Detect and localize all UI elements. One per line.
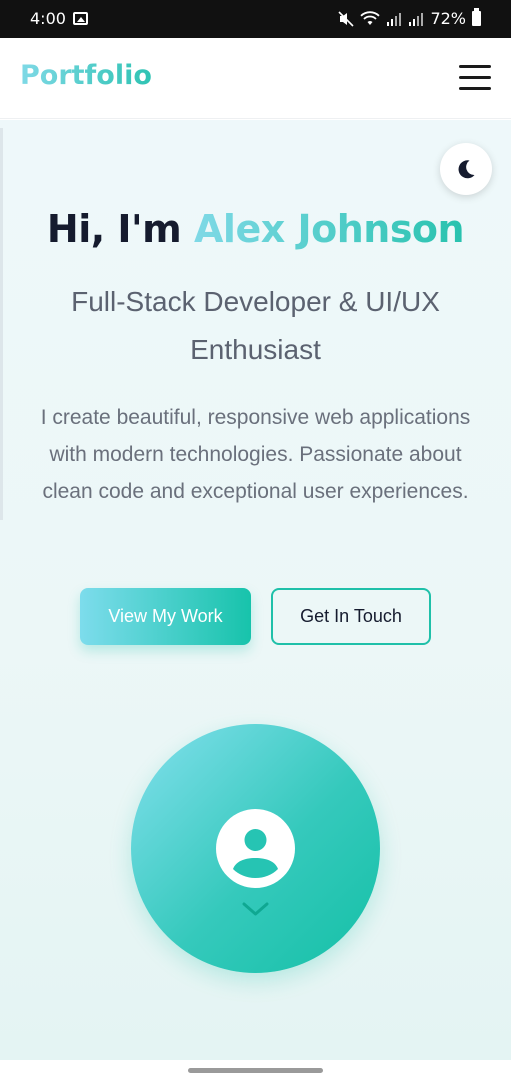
chevron-down-icon[interactable] xyxy=(241,900,270,923)
view-my-work-button[interactable]: View My Work xyxy=(80,588,251,645)
battery-percent: 72% xyxy=(430,9,466,28)
status-icons: 72% xyxy=(338,8,481,28)
hamburger-menu-icon[interactable] xyxy=(459,65,491,91)
hero-description: I create beautiful, responsive web appli… xyxy=(40,406,471,503)
hero-name: Alex Johnson xyxy=(194,207,465,251)
home-indicator[interactable] xyxy=(188,1068,323,1073)
moon-icon xyxy=(455,158,477,180)
site-logo[interactable]: Portfolio xyxy=(20,60,152,91)
user-icon xyxy=(216,809,295,888)
hero-title: Hi, I'm Alex Johnson xyxy=(0,207,511,251)
wifi-icon xyxy=(360,10,381,27)
signal-icon xyxy=(408,12,424,26)
scroll-edge xyxy=(0,128,3,520)
get-in-touch-button[interactable]: Get In Touch xyxy=(271,588,431,645)
hero-greeting: Hi, I'm xyxy=(46,207,182,251)
hero-subtitle: Full-Stack Developer & UI/UX Enthusiast xyxy=(71,286,440,365)
mute-icon xyxy=(338,10,355,27)
status-bar: 4:00 72% xyxy=(0,0,511,38)
signal-icon xyxy=(386,12,402,26)
image-icon xyxy=(73,12,88,25)
site-header: Portfolio xyxy=(0,38,511,119)
hero-section: Hi, I'm Alex Johnson Full-Stack Develope… xyxy=(0,120,511,1060)
avatar-circle xyxy=(131,724,380,973)
battery-icon xyxy=(472,8,481,26)
status-time: 4:00 xyxy=(30,9,66,28)
theme-toggle-button[interactable] xyxy=(440,143,492,195)
